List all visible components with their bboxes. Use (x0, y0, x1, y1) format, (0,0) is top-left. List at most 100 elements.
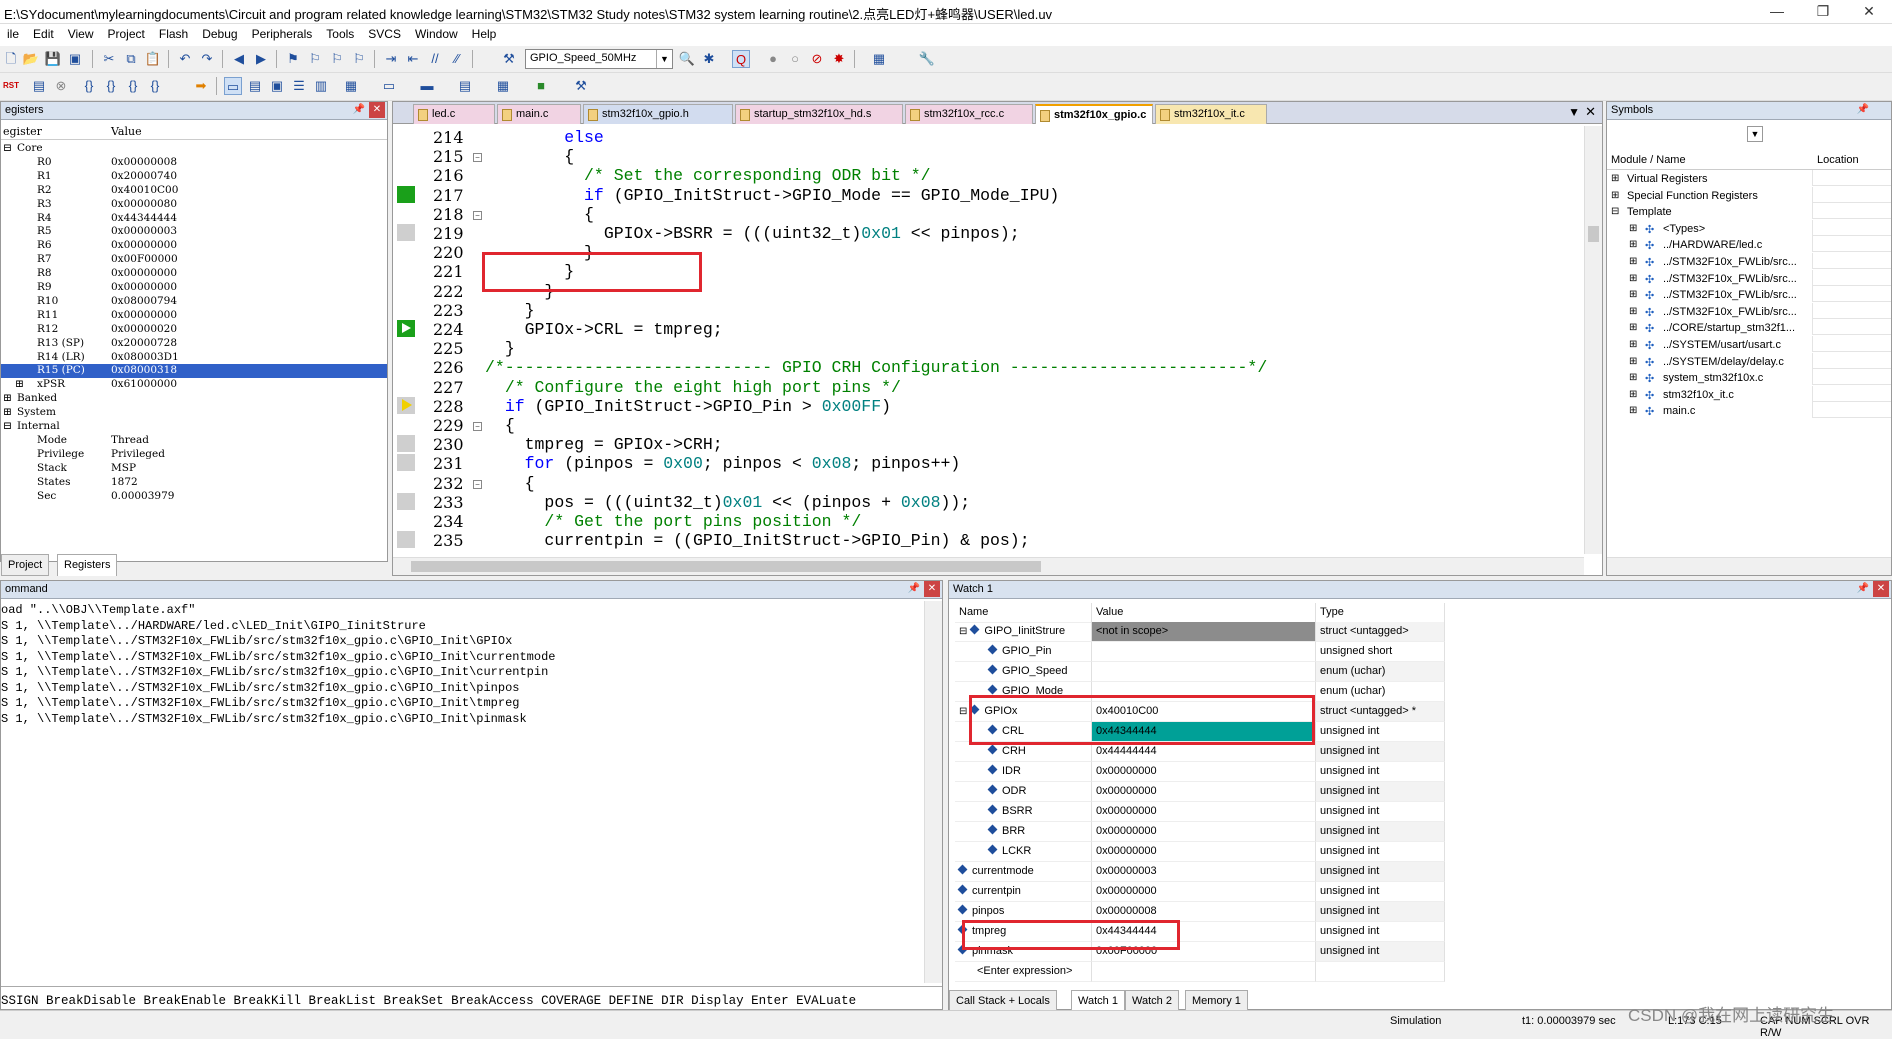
code-line[interactable]: /* Set the corresponding ODR bit */ (485, 166, 931, 185)
watch-name-cell[interactable]: <Enter expression> (955, 962, 1092, 982)
watch-name-cell[interactable]: ⊟ GIPO_IinitStrure (955, 622, 1092, 642)
code-line[interactable]: } (485, 243, 594, 262)
stop-icon[interactable]: ⊗ (52, 77, 70, 95)
code-line[interactable]: if (GPIO_InitStruct->GPIO_Mode == GPIO_M… (485, 186, 1059, 205)
register-row[interactable]: R8 0x00000000 (1, 267, 387, 281)
register-row[interactable]: R1 0x20000740 (1, 170, 387, 184)
command-window-icon[interactable]: ▭ (224, 77, 242, 95)
register-row[interactable]: ⊞ Banked (1, 392, 387, 406)
register-row[interactable]: R13 (SP) 0x20000728 (1, 337, 387, 351)
redo-icon[interactable]: ↷ (198, 50, 216, 68)
pin-icon[interactable]: 📌 (1857, 583, 1869, 594)
watch-value-cell[interactable] (1092, 962, 1316, 982)
scroll-thumb[interactable] (1588, 226, 1599, 242)
close-window-button[interactable]: ✕ (1846, 0, 1892, 24)
register-row[interactable]: ⊞ System (1, 406, 387, 420)
tree-toggle-icon[interactable]: ⊞ (1629, 405, 1637, 416)
tree-toggle-icon[interactable]: ⊟ (3, 142, 12, 154)
tree-toggle-icon[interactable]: ⊟ (1611, 206, 1619, 217)
watch-row[interactable]: ODR 0x00000000 unsigned int (955, 782, 1445, 802)
code-line[interactable]: /* Configure the eight high port pins */ (485, 378, 901, 397)
watch-name-cell[interactable]: GPIO_Pin (955, 642, 1092, 662)
watch-row[interactable]: ⊟ GPIOx 0x40010C00 struct <untagged> * (955, 702, 1445, 722)
comment-icon[interactable]: // (426, 50, 444, 68)
watch-value-cell[interactable]: <not in scope> (1092, 622, 1316, 642)
symbol-row[interactable]: ⊞ ✣ main.c (1607, 402, 1891, 421)
menu-file[interactable]: ile (0, 24, 26, 41)
watch-row[interactable]: currentmode 0x00000003 unsigned int (955, 862, 1445, 882)
navigate-forward-icon[interactable]: ▶ (252, 50, 270, 68)
command-scrollbar[interactable] (924, 601, 942, 983)
menu-peripherals[interactable]: Peripherals (245, 24, 320, 41)
pin-icon[interactable]: 📌 (1857, 104, 1869, 115)
tree-toggle-icon[interactable]: ⊞ (3, 392, 12, 404)
disassembly-window-icon[interactable]: ▤ (246, 77, 264, 95)
tree-toggle-icon[interactable]: ⊟ (959, 706, 967, 717)
close-icon[interactable]: ✕ (369, 102, 385, 118)
reset-icon[interactable]: RST (2, 77, 20, 95)
watch-value-cell[interactable]: 0x00000000 (1092, 782, 1316, 802)
serial-window-icon[interactable]: ▬ (418, 77, 436, 95)
watch-name-cell[interactable]: IDR (955, 762, 1092, 782)
tree-toggle-icon[interactable]: ⊞ (1611, 190, 1619, 201)
tab-project[interactable]: Project (1, 554, 50, 576)
watch-name-cell[interactable]: GPIO_Mode (955, 682, 1092, 702)
tree-toggle-icon[interactable]: ⊞ (1629, 239, 1637, 250)
tree-toggle-icon[interactable]: ⊞ (3, 406, 12, 418)
editor-tab[interactable]: led.c (413, 104, 495, 124)
register-row[interactable]: Stack MSP (1, 462, 387, 476)
watch-row[interactable]: <Enter expression> (955, 962, 1445, 982)
analysis-window-icon[interactable]: ▤ (456, 77, 474, 95)
code-line[interactable]: } (485, 262, 574, 281)
watch-value-cell[interactable]: 0x40010C00 (1092, 702, 1316, 722)
tab-registers[interactable]: Registers (57, 554, 118, 576)
watch-name-cell[interactable]: BRR (955, 822, 1092, 842)
hscroll-thumb[interactable] (411, 561, 1041, 572)
tree-toggle-icon[interactable]: ⊞ (1611, 173, 1619, 184)
fold-toggle-icon[interactable]: − (473, 422, 482, 431)
watch-window-icon[interactable]: ▦ (342, 77, 360, 95)
watch-value-cell[interactable] (1092, 682, 1316, 702)
call-stack-icon[interactable]: ▥ (312, 77, 330, 95)
undo-icon[interactable]: ↶ (176, 50, 194, 68)
close-icon[interactable]: ✕ (924, 581, 940, 597)
tree-toggle-icon[interactable]: ⊞ (1629, 289, 1637, 300)
incremental-find-icon[interactable]: ✱ (700, 50, 718, 68)
watch-name-cell[interactable]: currentpin (955, 882, 1092, 902)
tree-toggle-icon[interactable]: ⊞ (15, 378, 24, 390)
column-location[interactable]: Location (1817, 154, 1859, 166)
watch-row[interactable]: GPIO_Pin unsigned short (955, 642, 1445, 662)
code-line[interactable]: else (485, 128, 604, 147)
run-to-cursor-icon[interactable]: {} (146, 77, 164, 95)
save-all-icon[interactable]: ▣ (66, 50, 84, 68)
code-line[interactable]: { (485, 416, 515, 435)
watch-row[interactable]: ⊟ GIPO_IinitStrure <not in scope> struct <u… (955, 622, 1445, 642)
register-row[interactable]: Sec 0.00003979 (1, 490, 387, 504)
column-type[interactable]: Type (1316, 603, 1445, 623)
bookmark-clear-icon[interactable]: ⚐ (350, 50, 368, 68)
watch-name-cell[interactable]: pinpos (955, 902, 1092, 922)
watch-name-cell[interactable]: ODR (955, 782, 1092, 802)
editor-tab[interactable]: stm32f10x_gpio.h (583, 104, 733, 124)
watch-name-cell[interactable]: CRH (955, 742, 1092, 762)
editor-tab[interactable]: stm32f10x_gpio.c (1035, 104, 1153, 124)
code-line[interactable]: GPIOx->CRL = tmpreg; (485, 320, 723, 339)
watch-row[interactable]: GPIO_Speed enum (uchar) (955, 662, 1445, 682)
code-line[interactable]: { (485, 205, 594, 224)
tab-memory1[interactable]: Memory 1 (1185, 990, 1248, 1012)
pin-icon[interactable]: 📌 (908, 583, 920, 594)
editor-tab[interactable]: stm32f10x_rcc.c (905, 104, 1033, 124)
register-row[interactable]: ⊞ xPSR 0x61000000 (1, 378, 387, 392)
save-icon[interactable]: 💾 (44, 50, 62, 68)
breakpoint-disable-icon[interactable]: ⊘ (808, 50, 826, 68)
watch-row[interactable]: IDR 0x00000000 unsigned int (955, 762, 1445, 782)
register-row[interactable]: ⊟ Internal (1, 420, 387, 434)
register-row[interactable]: R4 0x44344444 (1, 212, 387, 226)
fold-toggle-icon[interactable]: − (473, 479, 482, 489)
watch-value-cell[interactable]: 0x44344444 (1092, 922, 1316, 942)
indent-icon[interactable]: ⇥ (382, 50, 400, 68)
watch-value-cell[interactable] (1092, 642, 1316, 662)
tree-toggle-icon[interactable]: ⊞ (1629, 306, 1637, 317)
watch-value-cell[interactable]: 0x00F00000 (1092, 942, 1316, 962)
tree-toggle-icon[interactable]: ⊞ (1629, 339, 1637, 350)
